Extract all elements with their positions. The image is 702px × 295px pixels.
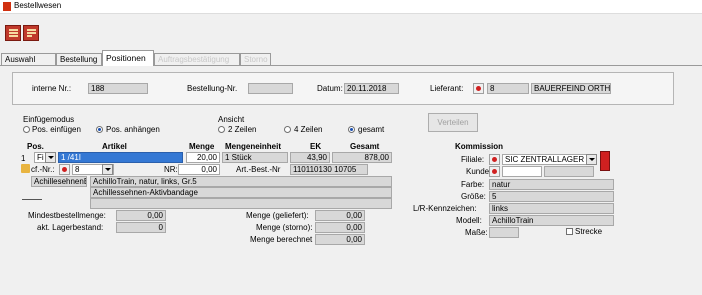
- filiale-field[interactable]: SIC ZENTRALLAGER: [502, 154, 597, 165]
- row-menge-field[interactable]: 20,00: [186, 152, 220, 163]
- strecke-checkbox[interactable]: [566, 228, 573, 235]
- row-short-name-field[interactable]: AchillesehnenB: [31, 176, 87, 187]
- mindestbestellmenge-field: 0,00: [116, 210, 166, 221]
- mindestbestellmenge-label: Mindestbestellmenge:: [28, 211, 106, 220]
- datum-label: Datum:: [317, 84, 343, 93]
- col-pos-header: Pos.: [27, 142, 44, 151]
- ansicht-4-zeilen-label[interactable]: 4 Zeilen: [294, 125, 322, 134]
- row-gesamt-field: 878,00: [332, 152, 392, 163]
- row-art-best-nr-field[interactable]: 110110130 10705: [290, 164, 368, 175]
- row-description-3-field[interactable]: [90, 198, 392, 209]
- masse-field: [489, 227, 519, 238]
- row-description-2-field[interactable]: Achillessehnen-Aktivbandage: [90, 187, 392, 198]
- groesse-field: 5: [489, 191, 614, 202]
- col-artikel-header: Artikel: [102, 142, 127, 151]
- window-title: Bestellwesen: [14, 1, 62, 10]
- kunde-lookup-icon[interactable]: [489, 166, 500, 177]
- row-pos-number: 1: [21, 154, 26, 163]
- einfuegemodus-title: Einfügemodus: [23, 115, 75, 124]
- lieferant-nr-field[interactable]: 8: [487, 83, 529, 94]
- lr-kennzeichen-field: links: [489, 203, 614, 214]
- row-mengeneinheit-field[interactable]: 1 Stück: [222, 152, 288, 163]
- datum-field[interactable]: 20.11.2018: [344, 83, 399, 94]
- kunde-field[interactable]: [502, 166, 542, 177]
- toolbar-button-2-icon[interactable]: [23, 25, 39, 41]
- toolbar-button-1-icon[interactable]: [5, 25, 21, 41]
- row-ek-field[interactable]: 43,90: [290, 152, 330, 163]
- pos-anhaengen-radio[interactable]: [96, 126, 103, 133]
- menge-berechnet-label: Menge berechnet: [250, 235, 313, 244]
- menge-storno-field: 0,00: [315, 222, 365, 233]
- farbe-field: natur: [489, 179, 614, 190]
- farbe-label: Farbe:: [461, 180, 485, 189]
- row-ref-lookup-icon[interactable]: [59, 164, 70, 175]
- col-ek-header: EK: [310, 142, 322, 151]
- modell-field: AchilloTrain: [489, 215, 614, 226]
- interne-nr-field[interactable]: 188: [88, 83, 148, 94]
- row-nr-label: NR:: [164, 165, 178, 174]
- tab-positionen[interactable]: Positionen: [102, 50, 154, 66]
- bestellung-nr-label: Bestellung-Nr.: [187, 84, 238, 93]
- filiale-label: Filiale:: [461, 155, 485, 164]
- bestellung-nr-field[interactable]: [248, 83, 293, 94]
- interne-nr-label: interne Nr.:: [32, 84, 72, 93]
- tab-storno: Storno: [240, 53, 271, 65]
- verteilen-button: Verteilen: [428, 113, 478, 132]
- col-mengeneinheit-header: Mengeneinheit: [225, 142, 282, 151]
- lieferant-name-field: BAUERFEIND ORTH: [531, 83, 611, 94]
- kunde-name-field: [544, 166, 594, 177]
- row-description-1-field[interactable]: AchilloTrain, natur, links, Gr.5: [90, 176, 392, 187]
- col-gesamt-header: Gesamt: [350, 142, 380, 151]
- folder-icon: [21, 164, 30, 173]
- lieferant-label: Lieferant:: [430, 84, 464, 93]
- ansicht-2-zeilen-radio[interactable]: [218, 126, 225, 133]
- menge-geliefert-field: 0,00: [315, 210, 365, 221]
- pos-einfuegen-label[interactable]: Pos. einfügen: [32, 125, 81, 134]
- row-artikel-field[interactable]: 1 /41I: [58, 152, 183, 163]
- col-kommission-header: Kommission: [455, 142, 504, 151]
- ansicht-gesamt-radio[interactable]: [348, 126, 355, 133]
- masse-label: Maße:: [465, 228, 488, 237]
- traffic-light-icon[interactable]: [600, 151, 610, 171]
- row-typ-dropdown-icon[interactable]: [45, 152, 56, 163]
- ansicht-title: Ansicht: [218, 115, 245, 124]
- ansicht-2-zeilen-label[interactable]: 2 Zeilen: [228, 125, 256, 134]
- tab-auswahl[interactable]: Auswahl: [1, 53, 56, 65]
- ansicht-4-zeilen-radio[interactable]: [284, 126, 291, 133]
- menge-geliefert-label: Menge (geliefert):: [246, 211, 309, 220]
- lr-kennzeichen-label: L/R-Kennzeichen:: [413, 204, 477, 213]
- col-menge-header: Menge: [189, 142, 215, 151]
- row-nr-field[interactable]: 0,00: [178, 164, 220, 175]
- separator-line: [22, 199, 42, 200]
- pos-einfuegen-radio[interactable]: [23, 126, 30, 133]
- modell-label: Modell:: [456, 216, 482, 225]
- tab-auftragsbestaetigung: Auftragsbestätigung: [154, 53, 240, 65]
- tab-bestellung[interactable]: Bestellung: [56, 53, 102, 65]
- menge-berechnet-field: 0,00: [315, 234, 365, 245]
- groesse-label: Größe:: [461, 192, 486, 201]
- row-ref-label: cf.-Nr.:: [31, 165, 55, 174]
- row-art-best-nr-label: Art.-Best.-Nr: [236, 165, 281, 174]
- lieferant-lookup-icon[interactable]: [473, 83, 484, 94]
- row-ref-dropdown-icon[interactable]: [102, 164, 113, 175]
- menge-storno-label: Menge (storno):: [256, 223, 313, 232]
- pos-anhaengen-label[interactable]: Pos. anhängen: [106, 125, 160, 134]
- filiale-dropdown-icon[interactable]: [586, 154, 597, 165]
- strecke-label[interactable]: Strecke: [575, 227, 602, 236]
- window-titlebar: Bestellwesen: [0, 0, 702, 14]
- lagerbestand-field: 0: [116, 222, 166, 233]
- app-icon: [3, 2, 11, 11]
- filiale-lookup-icon[interactable]: [489, 154, 500, 165]
- ansicht-gesamt-label[interactable]: gesamt: [358, 125, 384, 134]
- kunde-label: Kunde: [466, 167, 490, 176]
- lagerbestand-label: akt. Lagerbestand:: [37, 223, 104, 232]
